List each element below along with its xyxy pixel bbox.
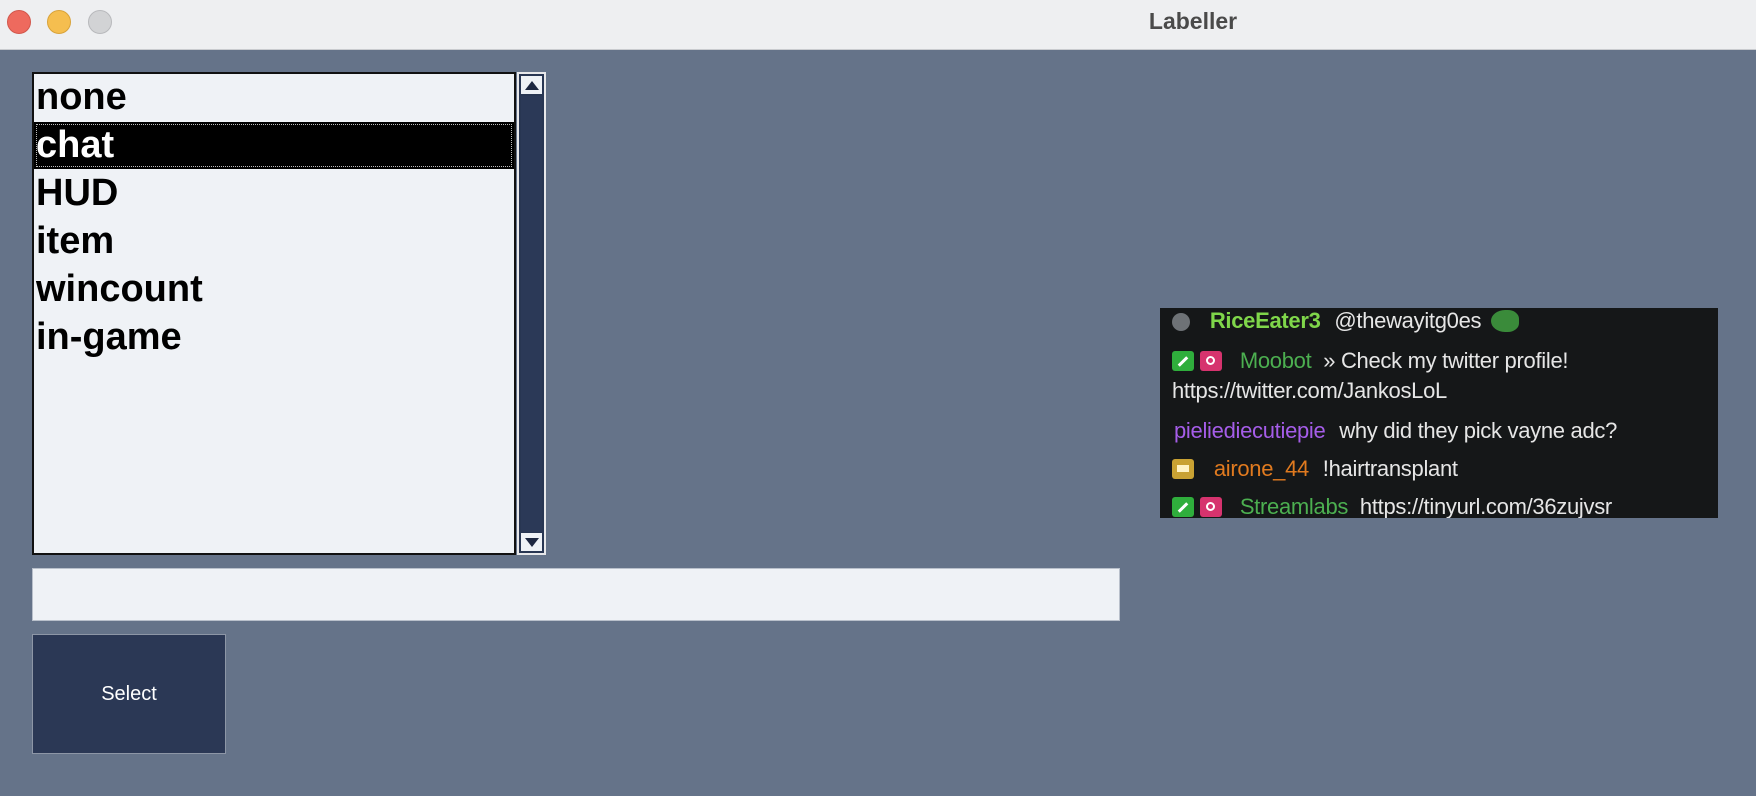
chat-message: @thewayitg0es [1334, 308, 1482, 333]
chat-line: RiceEater3 @thewayitg0es [1172, 308, 1520, 334]
verified-badge-icon [1200, 351, 1222, 371]
chat-username: airone_44 [1213, 456, 1309, 481]
scroll-down-button[interactable] [521, 533, 542, 551]
scroll-up-button[interactable] [521, 76, 542, 94]
arrow-down-icon [524, 537, 539, 547]
badge-icon [1172, 313, 1190, 331]
chat-message: !hairtransplant [1322, 456, 1458, 481]
verified-badge-icon [1200, 497, 1222, 517]
chat-message: » Check my twitter profile! [1323, 348, 1569, 373]
chat-username: RiceEater3 [1209, 308, 1321, 333]
chat-message: https://tinyurl.com/36zujvsr [1359, 494, 1612, 518]
listbox-scrollbar[interactable] [517, 72, 546, 555]
list-item-chat[interactable]: chat [34, 122, 514, 169]
chat-username: Streamlabs [1239, 494, 1349, 518]
chat-preview-image: RiceEater3 @thewayitg0es Moobot » Check … [1160, 308, 1718, 518]
list-item-in-game[interactable]: in-game [34, 314, 514, 361]
subscriber-badge-icon [1172, 459, 1194, 479]
list-item-item[interactable]: item [34, 218, 514, 265]
title-bar: Labeller [0, 0, 1756, 50]
label-listbox[interactable]: none chat HUD item wincount in-game [32, 72, 516, 555]
chat-username: Moobot [1239, 348, 1312, 373]
moderator-badge-icon [1172, 351, 1194, 371]
arrow-up-icon [524, 80, 539, 90]
list-item-wincount[interactable]: wincount [34, 266, 514, 313]
window-title: Labeller [1148, 8, 1238, 34]
chat-message: https://twitter.com/JankosLoL [1172, 378, 1447, 403]
chat-line: https://twitter.com/JankosLoL [1172, 378, 1447, 404]
list-item-hud[interactable]: HUD [34, 170, 514, 217]
chat-username: pieliediecutiepie [1174, 418, 1326, 443]
chat-line: airone_44 !hairtransplant [1172, 456, 1458, 482]
scrollbar-track[interactable] [521, 96, 542, 532]
chat-line: Streamlabs https://tinyurl.com/36zujvsr [1172, 494, 1612, 518]
emote-icon [1491, 310, 1520, 332]
chat-line: Moobot » Check my twitter profile! [1172, 348, 1569, 374]
chat-message: why did they pick vayne adc? [1339, 418, 1618, 443]
list-item-none[interactable]: none [34, 74, 514, 121]
select-button[interactable]: Select [32, 634, 226, 754]
label-text-input[interactable] [32, 568, 1120, 621]
chat-line: pieliediecutiepie why did they pick vayn… [1174, 418, 1617, 444]
moderator-badge-icon [1172, 497, 1194, 517]
